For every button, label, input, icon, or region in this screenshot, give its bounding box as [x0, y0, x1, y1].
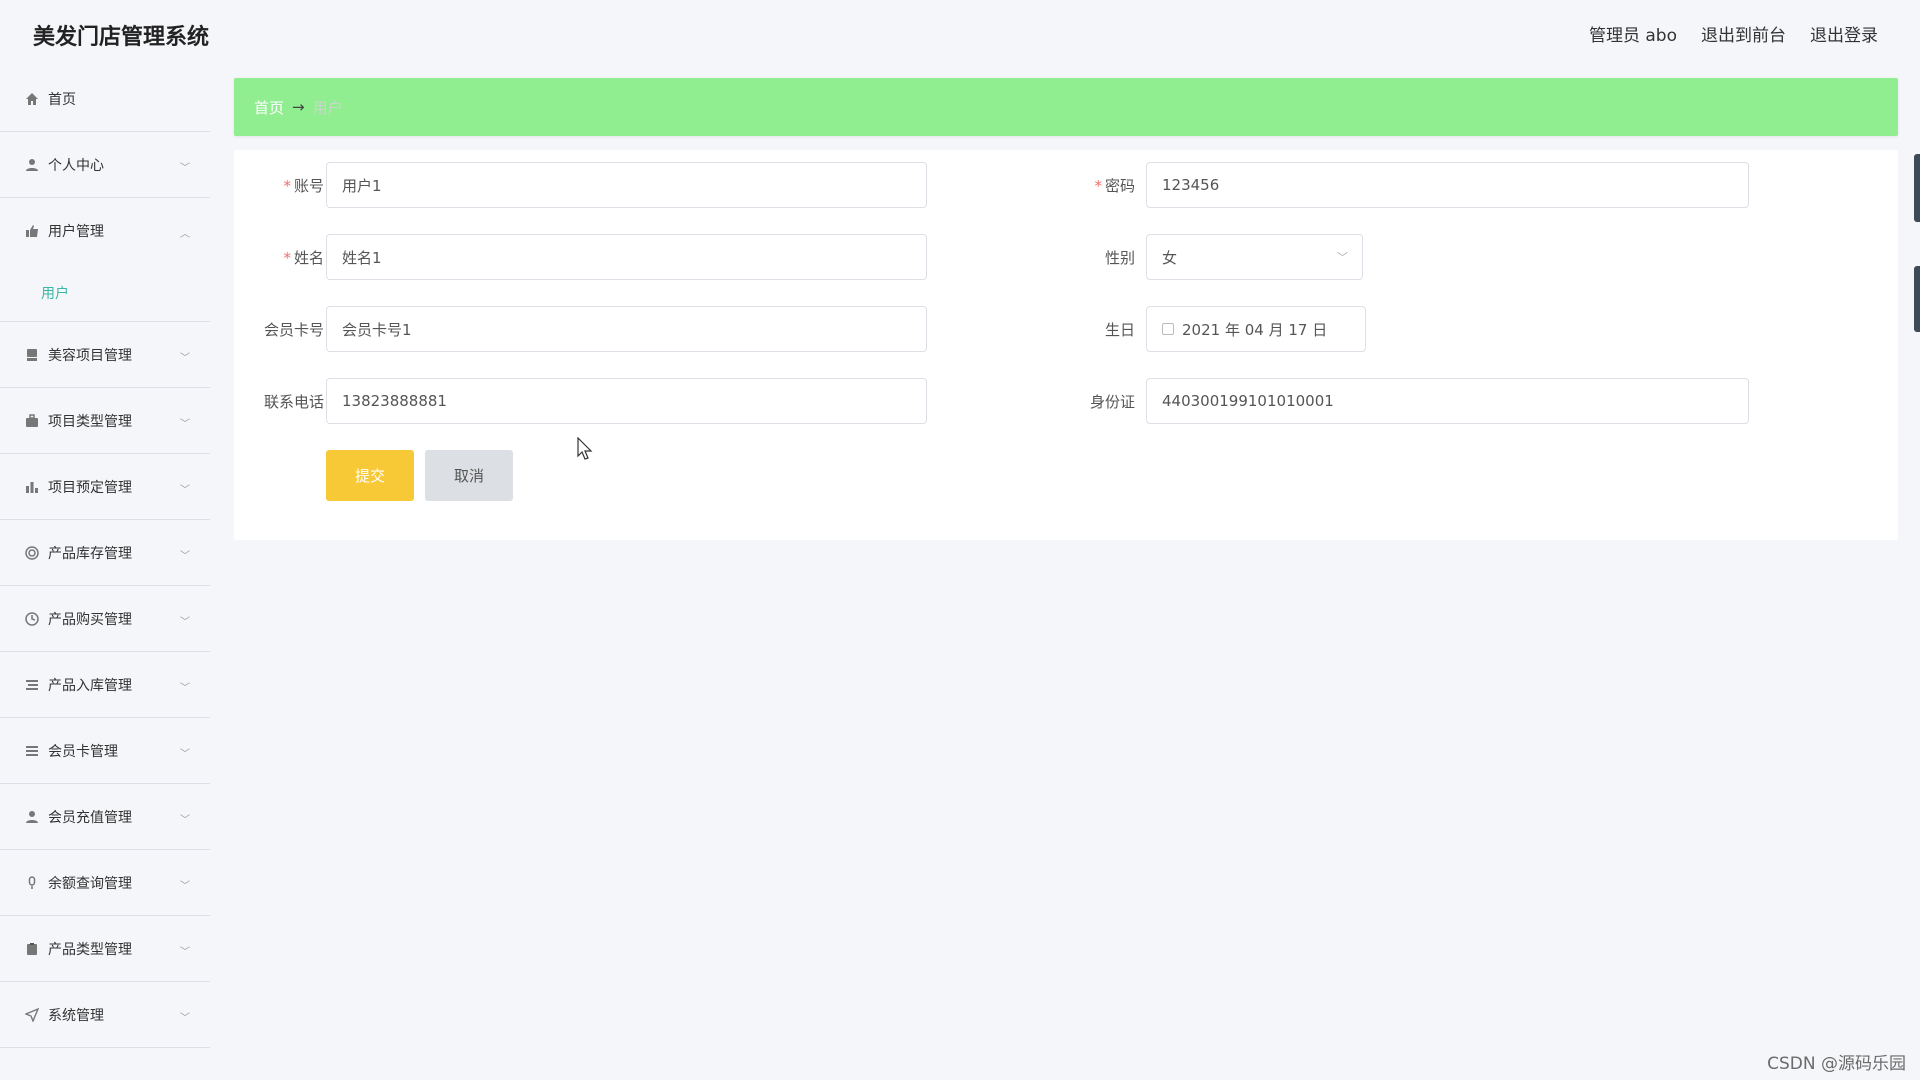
sidebar-item-label: 会员充值管理: [48, 809, 132, 826]
clock-icon: [24, 611, 40, 627]
sidebar-item-label: 用户管理: [48, 224, 104, 240]
user-form: * 账号 用户1 * 密码 123456 * 姓名 姓名1 性别 女 ﹀ 会员卡号 会…: [234, 150, 1898, 540]
mouse-cursor-icon: [577, 436, 593, 465]
admin-user-label: 管理员 abo: [1588, 26, 1677, 46]
birthday-label: 生日: [1104, 321, 1135, 339]
sidebar-item-user-management[interactable]: 用户管理 ︿: [0, 198, 210, 264]
sidebar-subitem-user[interactable]: 用户: [0, 264, 210, 322]
phone-label: 联系电话: [263, 393, 324, 411]
chevron-down-icon: ﹀: [180, 617, 190, 628]
sidebar-item-label: 首页: [48, 91, 76, 108]
scrollbar-handle[interactable]: [1914, 266, 1920, 332]
name-label: * 姓名: [283, 249, 324, 267]
back-to-front-link[interactable]: 退出到前台: [1701, 21, 1786, 46]
send-icon: [24, 1007, 40, 1023]
account-label: * 账号: [283, 177, 324, 195]
user-icon: [24, 157, 40, 173]
logout-link[interactable]: 退出登录: [1810, 21, 1878, 46]
sidebar-item-label: 美容项目管理: [48, 347, 132, 364]
header-actions: 管理员 abo 退出到前台 退出登录: [1589, 21, 1878, 46]
clipboard-icon: [24, 941, 40, 957]
sidebar-item-product-purchase[interactable]: 产品购买管理 ﹀: [0, 586, 210, 652]
gender-select[interactable]: 女 ﹀: [1146, 234, 1363, 280]
sidebar-item-label: 系统管理: [48, 1007, 104, 1024]
breadcrumb-current: 用户: [312, 98, 343, 117]
chevron-down-icon: ﹀: [180, 749, 190, 760]
sidebar-item-label: 个人中心: [48, 157, 104, 174]
sidebar-item-product-inbound[interactable]: 产品入库管理 ﹀: [0, 652, 210, 718]
password-label: * 密码: [1094, 177, 1135, 195]
chevron-down-icon: ﹀: [180, 353, 190, 364]
sidebar: 首页 个人中心 ﹀ 用户管理 ︿ 用户 美容项目管理 ﹀ 项目类型管理 ﹀ 项目…: [0, 66, 210, 1048]
breadcrumb-separator: →: [292, 98, 305, 116]
sidebar-item-label: 余额查询管理: [48, 875, 132, 892]
chevron-down-icon: ﹀: [180, 419, 190, 430]
sidebar-item-balance-query[interactable]: 余额查询管理 ﹀: [0, 850, 210, 916]
sidebar-item-label: 产品类型管理: [48, 941, 132, 958]
chevron-down-icon: ﹀: [180, 551, 190, 562]
gender-label: 性别: [1104, 249, 1135, 267]
sidebar-item-label: 会员卡管理: [48, 743, 118, 760]
card-no-label: 会员卡号: [263, 321, 324, 339]
sidebar-item-label: 产品库存管理: [48, 545, 132, 562]
menu-icon: [24, 743, 40, 759]
birthday-value: 2021 年 04 月 17 日: [1182, 320, 1328, 339]
sidebar-item-system[interactable]: 系统管理 ﹀: [0, 982, 210, 1048]
chevron-down-icon: ﹀: [180, 485, 190, 496]
watermark: CSDN @源码乐园: [1767, 1054, 1906, 1074]
chevron-down-icon: ﹀: [180, 163, 190, 174]
id-card-input[interactable]: 440300199101010001: [1146, 378, 1749, 424]
sidebar-item-label: 项目预定管理: [48, 479, 132, 496]
birthday-date-picker[interactable]: 2021 年 04 月 17 日: [1146, 306, 1366, 352]
breadcrumb-home-link[interactable]: 首页: [254, 97, 284, 118]
calendar-icon: [1162, 323, 1174, 335]
list-icon: [24, 677, 40, 693]
app-title: 美发门店管理系统: [33, 25, 210, 50]
password-input[interactable]: 123456: [1146, 162, 1749, 208]
sidebar-item-profile[interactable]: 个人中心 ﹀: [0, 132, 210, 198]
id-card-label: 身份证: [1089, 393, 1135, 411]
chevron-down-icon: ﹀: [180, 815, 190, 826]
scrollbar-handle[interactable]: [1914, 154, 1920, 222]
chevron-down-icon: ﹀: [180, 947, 190, 958]
sidebar-item-label: 产品购买管理: [48, 611, 132, 628]
chevron-down-icon: ﹀: [180, 881, 190, 892]
sidebar-item-home[interactable]: 首页: [0, 66, 210, 132]
account-input[interactable]: 用户1: [326, 162, 927, 208]
briefcase-icon: [24, 413, 40, 429]
sidebar-item-label: 产品入库管理: [48, 677, 132, 694]
chevron-down-icon: ﹀: [180, 1013, 190, 1024]
phone-input[interactable]: 13823888881: [326, 378, 927, 424]
breadcrumb: 首页 → 用户: [234, 78, 1898, 136]
home-icon: [24, 91, 40, 107]
submit-button[interactable]: 提交: [326, 450, 414, 501]
bar-chart-icon: [24, 479, 40, 495]
name-input[interactable]: 姓名1: [326, 234, 927, 280]
user-icon: [24, 809, 40, 825]
sidebar-item-member-recharge[interactable]: 会员充值管理 ﹀: [0, 784, 210, 850]
sidebar-item-product-stock[interactable]: 产品库存管理 ﹀: [0, 520, 210, 586]
card-no-input[interactable]: 会员卡号1: [326, 306, 927, 352]
sidebar-item-member-card[interactable]: 会员卡管理 ﹀: [0, 718, 210, 784]
cancel-button[interactable]: 取消: [425, 450, 513, 501]
chevron-up-icon: ︿: [180, 229, 190, 240]
top-bar: 美发门店管理系统 管理员 abo 退出到前台 退出登录: [0, 0, 1920, 66]
sidebar-item-product-types[interactable]: 产品类型管理 ﹀: [0, 916, 210, 982]
chair-icon: [24, 347, 40, 363]
chevron-down-icon: ﹀: [180, 683, 190, 694]
lifebuoy-icon: [24, 545, 40, 561]
gender-value: 女: [1162, 248, 1178, 267]
sidebar-item-project-booking[interactable]: 项目预定管理 ﹀: [0, 454, 210, 520]
sidebar-item-label: 项目类型管理: [48, 413, 132, 430]
sidebar-item-project-types[interactable]: 项目类型管理 ﹀: [0, 388, 210, 454]
sidebar-item-beauty-projects[interactable]: 美容项目管理 ﹀: [0, 322, 210, 388]
mic-icon: [24, 875, 40, 891]
thumb-icon: [24, 223, 40, 239]
chevron-down-icon: ﹀: [1337, 251, 1348, 264]
